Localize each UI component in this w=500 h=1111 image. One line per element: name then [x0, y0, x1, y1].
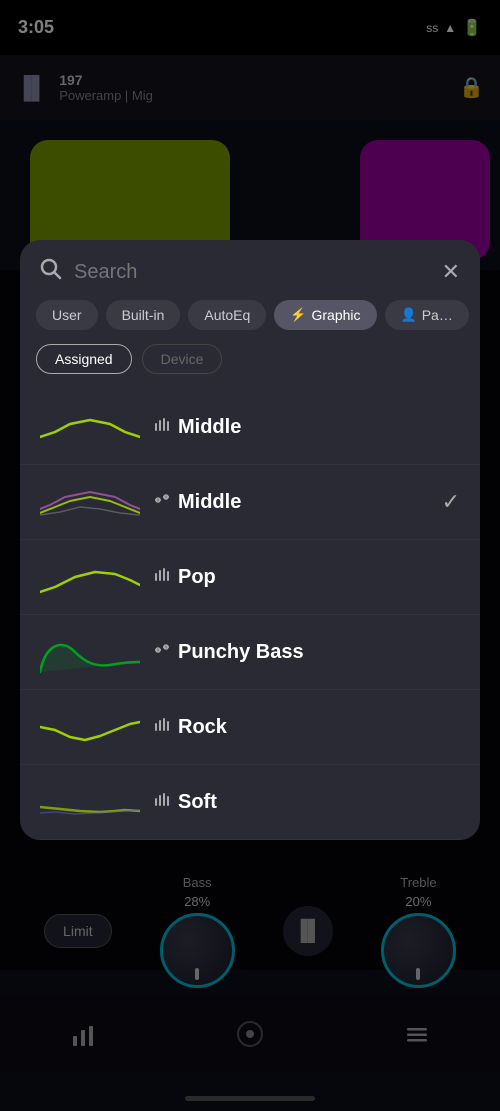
preset-item-middle-graphic[interactable]: Middle — [20, 390, 480, 465]
search-icon — [40, 258, 62, 286]
preset-type-icon-middle-graphic — [154, 417, 170, 438]
parametric-tab-icon: 👤 — [401, 307, 417, 323]
filter-tab-graphic[interactable]: ⚡ Graphic — [274, 300, 376, 330]
preset-name-middle-2: Middle — [178, 491, 241, 514]
preset-name-soft: Soft — [178, 791, 217, 814]
preset-type-icon-rock — [154, 717, 170, 738]
preset-name-wrap: Middle — [154, 416, 460, 439]
preset-name-wrap-soft: Soft — [154, 791, 460, 814]
filter-tab-builtin[interactable]: Built-in — [106, 300, 181, 330]
preset-name-wrap-rock: Rock — [154, 716, 460, 739]
sub-filter: Assigned Device — [20, 344, 480, 390]
preset-type-icon-middle-param — [154, 492, 170, 513]
preset-type-icon-soft — [154, 792, 170, 813]
preset-name-rock: Rock — [178, 716, 227, 739]
preset-curve-punchy-bass — [40, 627, 140, 677]
preset-item-punchy-bass[interactable]: Punchy Bass — [20, 615, 480, 690]
builtin-tab-label: Built-in — [122, 307, 165, 323]
eq-preset-modal: ✕ User Built-in AutoEq ⚡ Graphic 👤 Pa… — [20, 240, 480, 840]
preset-item-soft[interactable]: Soft — [20, 765, 480, 840]
preset-name-wrap-pop: Pop — [154, 566, 460, 589]
preset-name-punchy-bass: Punchy Bass — [178, 641, 304, 664]
preset-curve-middle-parametric — [40, 477, 140, 527]
filter-tab-autoeq[interactable]: AutoEq — [188, 300, 266, 330]
user-tab-label: User — [52, 307, 82, 323]
search-input[interactable] — [74, 261, 430, 284]
preset-item-rock[interactable]: Rock — [20, 690, 480, 765]
preset-selected-checkmark: ✓ — [442, 489, 460, 515]
graphic-tab-label: Graphic — [311, 307, 360, 323]
preset-curve-rock — [40, 702, 140, 752]
filter-tab-user[interactable]: User — [36, 300, 98, 330]
parametric-tab-label: Pa… — [422, 307, 453, 323]
preset-curve-middle-graphic — [40, 402, 140, 452]
autoeq-tab-label: AutoEq — [204, 307, 250, 323]
graphic-tab-icon: ⚡ — [290, 307, 306, 323]
preset-curve-soft — [40, 777, 140, 827]
filter-tabs: User Built-in AutoEq ⚡ Graphic 👤 Pa… — [20, 300, 480, 344]
modal-overlay: ✕ User Built-in AutoEq ⚡ Graphic 👤 Pa… — [0, 0, 500, 1111]
sub-tab-assigned[interactable]: Assigned — [36, 344, 132, 374]
preset-name-wrap-punchy-bass: Punchy Bass — [154, 641, 460, 664]
close-icon[interactable]: ✕ — [442, 259, 460, 285]
preset-type-icon-pop — [154, 567, 170, 588]
preset-item-pop[interactable]: Pop — [20, 540, 480, 615]
search-bar: ✕ — [20, 240, 480, 300]
preset-name-middle-1: Middle — [178, 416, 241, 439]
sub-tab-device[interactable]: Device — [142, 344, 223, 374]
filter-tab-parametric[interactable]: 👤 Pa… — [385, 300, 469, 330]
preset-list: Middle — [20, 390, 480, 840]
preset-type-icon-punchy-bass — [154, 642, 170, 663]
preset-name-wrap-2: Middle — [154, 491, 428, 514]
preset-item-middle-parametric[interactable]: Middle ✓ — [20, 465, 480, 540]
preset-name-pop: Pop — [178, 566, 216, 589]
preset-curve-pop — [40, 552, 140, 602]
